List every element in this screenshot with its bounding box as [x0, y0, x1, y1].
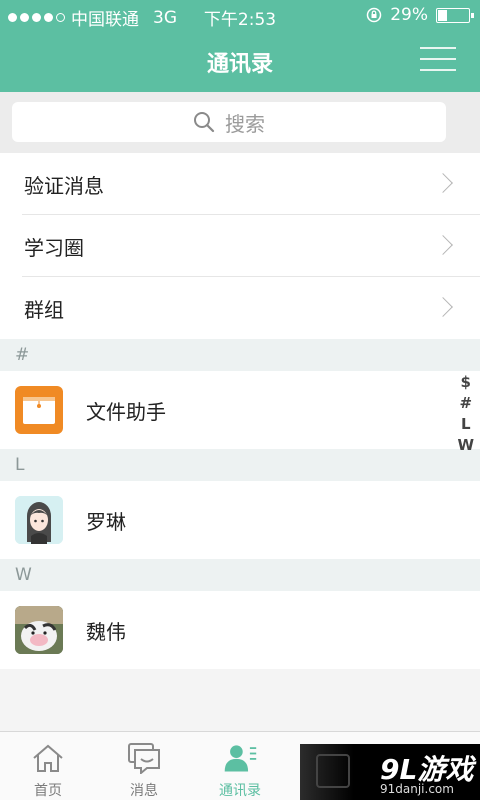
contact-row[interactable]: 文件助手	[0, 371, 480, 449]
tab-label: 首页	[34, 783, 62, 799]
menu-icon[interactable]	[420, 47, 456, 71]
avatar-girl-image	[15, 496, 63, 544]
chevron-right-icon	[433, 297, 453, 317]
file-helper-avatar	[15, 386, 63, 434]
tab-messages[interactable]: 消息	[96, 732, 192, 800]
contact-row[interactable]: 罗琳	[0, 481, 480, 559]
menu-item-label: 群组	[24, 297, 64, 322]
watermark-site: 91danji.com	[380, 782, 454, 796]
alphabet-index[interactable]: $ # L W	[457, 372, 474, 456]
home-icon	[33, 744, 63, 772]
tab-label: 通讯录	[219, 783, 261, 799]
menu-item-label: 学习圈	[24, 235, 84, 260]
chevron-right-icon	[433, 173, 453, 193]
menu-list: 验证消息 学习圈 群组	[0, 153, 480, 339]
section-header-hash: #	[0, 339, 480, 371]
battery-icon	[436, 7, 474, 23]
menu-item-groups[interactable]: 群组	[0, 277, 480, 339]
status-bar: 中国联通 3G 下午2:53 29%	[0, 0, 480, 30]
tab-home[interactable]: 首页	[0, 732, 96, 800]
contact-name: 罗琳	[86, 509, 126, 534]
index-letter[interactable]: $	[461, 372, 471, 393]
menu-item-study-circle[interactable]: 学习圈	[0, 215, 480, 277]
section-header-l: L	[0, 449, 480, 481]
section-header-w: W	[0, 559, 480, 591]
tab-contacts[interactable]: 通讯录	[192, 732, 288, 800]
folder-icon	[19, 392, 59, 428]
contact-name: 魏伟	[86, 619, 126, 644]
contact-row[interactable]: 魏伟	[0, 591, 480, 669]
chevron-right-icon	[433, 235, 453, 255]
message-icon	[128, 743, 160, 774]
watermark-tab-icon	[316, 754, 350, 788]
empty-area	[0, 669, 480, 731]
contact-name: 文件助手	[86, 399, 166, 424]
index-letter[interactable]: W	[457, 435, 474, 456]
page-title: 通讯录	[206, 52, 273, 77]
avatar-plush-image	[15, 606, 63, 654]
menu-item-verification[interactable]: 验证消息	[0, 153, 480, 215]
nav-bar: 通讯录	[0, 30, 480, 92]
index-letter[interactable]: L	[461, 414, 471, 435]
contact-avatar	[15, 496, 63, 544]
contacts-icon	[224, 745, 257, 772]
rotation-lock-icon	[366, 7, 382, 23]
search-placeholder: 搜索	[225, 111, 265, 136]
menu-item-label: 验证消息	[24, 173, 104, 198]
search-input[interactable]: 搜索	[12, 102, 446, 142]
tab-label: 消息	[130, 783, 158, 799]
search-area: 搜索	[0, 92, 480, 153]
battery-percent: 29%	[390, 5, 428, 25]
search-icon	[194, 112, 215, 133]
contact-avatar	[15, 606, 63, 654]
index-letter[interactable]: #	[459, 393, 472, 414]
watermark-banner: 9L游戏 91danji.com	[300, 744, 480, 800]
